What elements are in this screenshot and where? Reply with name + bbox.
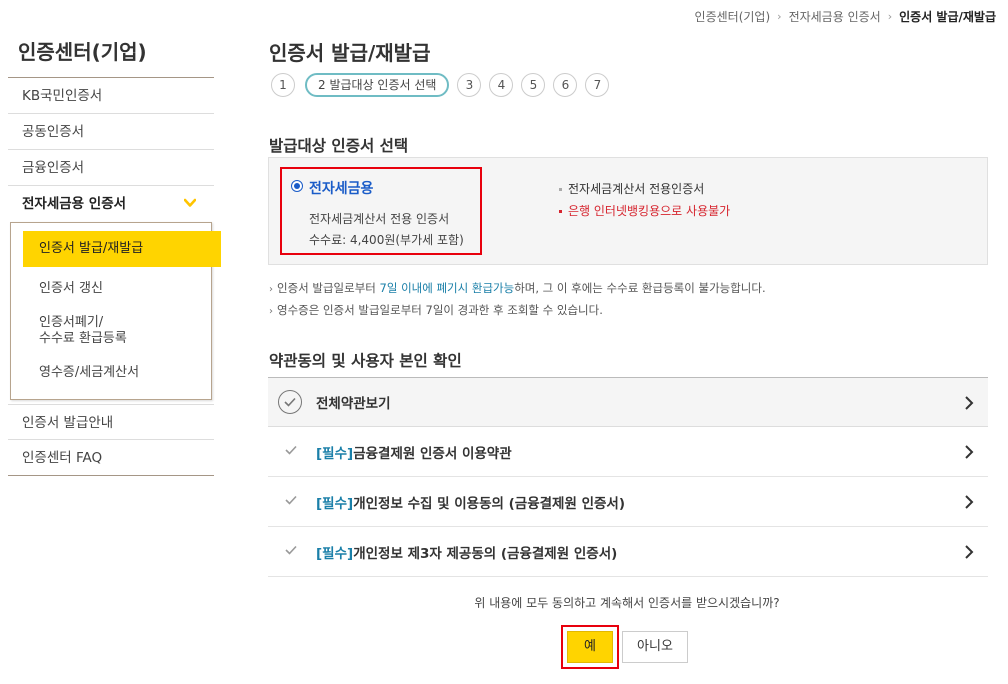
terms-row-text: 개인정보 제3자 제공동의 (금융결제원 인증서) — [353, 545, 618, 562]
check-icon[interactable] — [284, 444, 314, 460]
submenu-item-issue[interactable]: 인증서 발급/재발급 — [23, 231, 221, 267]
terms-row-privacy-collect[interactable]: [필수]개인정보 수집 및 이용동의 (금융결제원 인증서) — [268, 477, 988, 527]
chevron-right-icon — [965, 445, 974, 459]
check-icon[interactable] — [284, 494, 314, 510]
terms-row-privacy-third-party[interactable]: [필수]개인정보 제3자 제공동의 (금융결제원 인증서) — [268, 527, 988, 577]
sidebar-item-faq[interactable]: 인증센터 FAQ — [8, 440, 214, 476]
cert-notes: 전자세금계산서 전용인증서 은행 인터넷뱅킹용으로 사용불가 — [559, 178, 730, 222]
info-text-highlight: 7일 이내에 폐기시 환급가능 — [379, 281, 515, 295]
chevron-right-icon — [965, 495, 974, 509]
step-7: 7 — [585, 73, 610, 97]
sidebar-item-issue-guide[interactable]: 인증서 발급안내 — [8, 404, 214, 440]
page-title: 인증서 발급/재발급 — [269, 41, 431, 65]
required-tag: [필수] — [316, 445, 354, 462]
chevron-right-icon — [965, 545, 974, 559]
submenu-item-renew[interactable]: 인증서 갱신 — [11, 273, 211, 305]
chevron-right-icon: › — [887, 10, 893, 23]
cert-option-name[interactable]: 전자세금용 — [309, 178, 373, 198]
chevron-right-icon: › — [777, 10, 782, 23]
sidebar-nav: KB국민인증서 공동인증서 금융인증서 전자세금용 인증서 인증서 발급/재발급… — [8, 77, 221, 476]
info-text: 영수증은 인증서 발급일로부터 7일이 경과한 후 조회할 수 있습니다. — [277, 303, 603, 317]
terms-row-text: 금융결제원 인증서 이용약관 — [353, 445, 512, 462]
arrow-right-icon: › — [269, 284, 273, 295]
info-notice: › 인증서 발급일로부터 7일 이내에 폐기시 환급가능하며, 그 이 후에는 수… — [269, 278, 766, 322]
submenu-item-revoke-refund[interactable]: 인증서폐기/ 수수료 환급등록 — [11, 307, 211, 355]
sidebar-item-financial-cert[interactable]: 금융인증서 — [8, 150, 214, 186]
breadcrumb-item-center[interactable]: 인증센터(기업) — [695, 8, 771, 25]
bullet-icon — [559, 188, 562, 191]
terms-view-all-label: 전체약관보기 — [316, 396, 391, 412]
sidebar-submenu: 인증서 발급/재발급 인증서 갱신 인증서폐기/ 수수료 환급등록 영수증/세금… — [10, 222, 221, 400]
bullet-icon — [559, 210, 562, 213]
cert-radio-etax[interactable] — [291, 180, 303, 192]
info-line-refund: › 인증서 발급일로부터 7일 이내에 폐기시 환급가능하며, 그 이 후에는 수… — [269, 278, 766, 300]
step-indicator: 1 2 발급대상 인증서 선택 3 4 5 6 7 — [271, 73, 617, 97]
terms-row-label: [필수]개인정보 수집 및 이용동의 (금융결제원 인증서) — [316, 492, 625, 512]
cert-note-warning: 은행 인터넷뱅킹용으로 사용불가 — [559, 200, 730, 222]
breadcrumb: 인증센터(기업) › 전자세금용 인증서 › 인증서 발급/재발급 — [695, 8, 996, 25]
sidebar-item-etax-cert[interactable]: 전자세금용 인증서 — [8, 186, 214, 222]
cert-note-item: 전자세금계산서 전용인증서 — [559, 178, 730, 200]
yes-button[interactable]: 예 — [567, 631, 613, 663]
step-5: 5 — [521, 73, 546, 97]
terms-row-label: [필수]개인정보 제3자 제공동의 (금융결제원 인증서) — [316, 542, 617, 562]
cert-note-text: 전자세금계산서 전용인증서 — [568, 182, 705, 196]
terms-list: 전체약관보기 [필수]금융결제원 인증서 이용약관 [필수]개인정보 수집 및 … — [268, 377, 988, 577]
terms-row-usage[interactable]: [필수]금융결제원 인증서 이용약관 — [268, 427, 988, 477]
info-line-receipt: › 영수증은 인증서 발급일로부터 7일이 경과한 후 조회할 수 있습니다. — [269, 300, 766, 322]
terms-row-label: [필수]금융결제원 인증서 이용약관 — [316, 442, 512, 462]
sidebar-title: 인증센터(기업) — [18, 40, 147, 64]
check-circle-icon[interactable] — [278, 390, 302, 414]
section-title-terms: 약관동의 및 사용자 본인 확인 — [269, 352, 462, 370]
step-2-active: 2 발급대상 인증서 선택 — [305, 73, 450, 97]
section-title-cert-select: 발급대상 인증서 선택 — [269, 137, 409, 155]
required-tag: [필수] — [316, 495, 354, 512]
step-6: 6 — [553, 73, 578, 97]
step-3: 3 — [457, 73, 482, 97]
cert-option-fee: 수수료: 4,400원(부가세 포함) — [309, 233, 464, 247]
cert-note-warning-text: 은행 인터넷뱅킹용으로 사용불가 — [568, 204, 731, 218]
submenu-item-label-line1: 인증서폐기/ — [39, 315, 104, 330]
no-button[interactable]: 아니오 — [622, 631, 688, 663]
sidebar-item-kb-cert[interactable]: KB국민인증서 — [8, 78, 214, 114]
submenu-item-label-line2: 수수료 환급등록 — [39, 331, 127, 346]
cert-option-desc: 전자세금계산서 전용 인증서 — [309, 212, 450, 226]
required-tag: [필수] — [316, 545, 354, 562]
arrow-right-icon: › — [269, 306, 273, 317]
submenu-item-receipt[interactable]: 영수증/세금계산서 — [11, 357, 211, 389]
terms-view-all-row[interactable]: 전체약관보기 — [268, 377, 988, 427]
chevron-right-icon — [965, 396, 974, 410]
sidebar-item-label: 전자세금용 인증서 — [22, 196, 127, 212]
sidebar-item-joint-cert[interactable]: 공동인증서 — [8, 114, 214, 150]
check-icon[interactable] — [284, 544, 314, 560]
step-4: 4 — [489, 73, 514, 97]
breadcrumb-item-current: 인증서 발급/재발급 — [899, 10, 996, 24]
step-1: 1 — [271, 73, 295, 97]
info-text: 인증서 발급일로부터 — [277, 281, 380, 295]
breadcrumb-item-etax[interactable]: 전자세금용 인증서 — [789, 8, 881, 25]
terms-row-text: 개인정보 수집 및 이용동의 (금융결제원 인증서) — [353, 495, 626, 512]
confirm-question: 위 내용에 모두 동의하고 계속해서 인증서를 받으시겠습니까? — [474, 596, 780, 610]
info-text: 하며, 그 이 후에는 수수료 환급등록이 불가능합니다. — [514, 281, 766, 295]
chevron-down-icon — [184, 198, 196, 207]
